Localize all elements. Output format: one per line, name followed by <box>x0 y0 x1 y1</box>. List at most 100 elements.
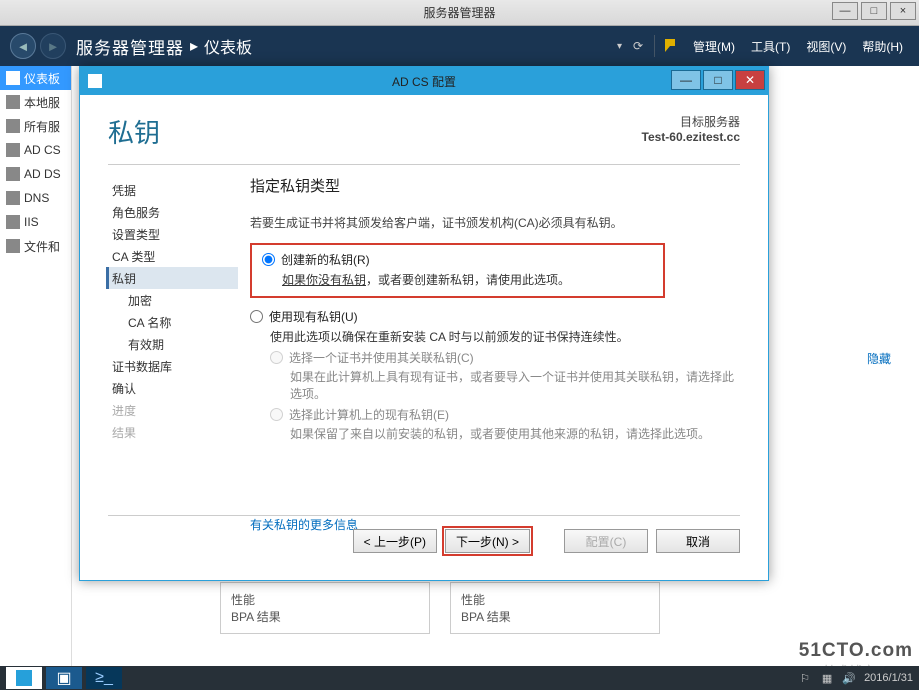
subradio-select-existing-key-desc: 如果保留了来自以前安装的私钥，或者要使用其他来源的私钥，请选择此选项。 <box>250 425 742 442</box>
bg-panel-1: 性能 BPA 结果 <box>220 582 430 634</box>
radio-create-new-key-input[interactable] <box>262 253 275 266</box>
next-button[interactable]: 下一步(N) > <box>445 529 530 553</box>
content-section-title: 指定私钥类型 <box>250 175 742 196</box>
menu-help[interactable]: 帮助(H) <box>856 38 909 55</box>
app-title: 服务器管理器 <box>76 34 184 59</box>
refresh-icon[interactable]: ⟳ <box>626 34 650 58</box>
wizard-min-button[interactable]: — <box>671 70 701 90</box>
sidebar-item-adcs[interactable]: AD CS <box>0 138 71 162</box>
adcs-config-wizard: AD CS 配置 — □ ✕ 私钥 目标服务器 Test-60.ezitest.… <box>79 66 769 581</box>
tray-network-icon[interactable]: ▦ <box>820 671 834 685</box>
subradio-select-existing-key-label: 选择此计算机上的现有私钥(E) <box>289 406 449 423</box>
wizard-nav-progress: 进度 <box>106 399 238 421</box>
dashboard-icon <box>6 71 20 85</box>
sidebar-item-dns[interactable]: DNS <box>0 186 71 210</box>
panel-bpa-label: BPA 结果 <box>231 608 419 625</box>
target-server-label: 目标服务器 <box>642 113 741 130</box>
sidebar-item-local[interactable]: 本地服 <box>0 90 71 114</box>
wizard-nav-setup-type[interactable]: 设置类型 <box>106 223 238 245</box>
subradio-select-cert-label: 选择一个证书并使用其关联私钥(C) <box>289 349 474 366</box>
sidebar-item-all[interactable]: 所有服 <box>0 114 71 138</box>
panel-perf-label: 性能 <box>231 591 419 608</box>
menu-manage[interactable]: 管理(M) <box>687 38 741 55</box>
wizard-nav-credentials[interactable]: 凭据 <box>106 179 238 201</box>
watermark-top: 51CTO.com <box>799 640 913 662</box>
file-icon <box>6 239 20 253</box>
prev-button[interactable]: < 上一步(P) <box>353 529 437 553</box>
window-title: 服务器管理器 <box>423 4 495 21</box>
wizard-header: 私钥 目标服务器 Test-60.ezitest.cc <box>80 95 768 158</box>
wizard-page-title: 私钥 <box>108 113 160 150</box>
sidebar-item-adds[interactable]: AD DS <box>0 162 71 186</box>
panel-perf-label: 性能 <box>461 591 649 608</box>
breadcrumb-current: 仪表板 <box>204 34 252 58</box>
radio-use-existing-key-label: 使用现有私钥(U) <box>269 308 358 325</box>
menu-view[interactable]: 视图(V) <box>800 38 852 55</box>
nav-forward-button[interactable]: ► <box>40 33 66 59</box>
servers-icon <box>6 119 20 133</box>
server-icon <box>6 95 20 109</box>
outer-window-titlebar: 服务器管理器 — □ × <box>0 0 919 26</box>
maximize-button[interactable]: □ <box>861 2 887 20</box>
breadcrumb-sep: ▸ <box>190 36 198 56</box>
wizard-nav-confirm[interactable]: 确认 <box>106 377 238 399</box>
iis-icon <box>6 215 20 229</box>
adcs-icon <box>6 143 20 157</box>
taskbar-date[interactable]: 2016/1/31 <box>864 672 913 684</box>
taskbar-powershell[interactable]: ≥_ <box>86 667 122 689</box>
server-manager-header: ◄ ► 服务器管理器 ▸ 仪表板 ▾ ⟳ 管理(M) 工具(T) 视图(V) 帮… <box>0 26 919 66</box>
adds-icon <box>6 167 20 181</box>
more-info-link[interactable]: 有关私钥的更多信息 <box>250 516 358 533</box>
configure-button: 配置(C) <box>564 529 648 553</box>
subradio-select-existing-key: 选择此计算机上的现有私钥(E) <box>270 406 742 423</box>
sidebar-item-file[interactable]: 文件和 <box>0 234 71 258</box>
radio-use-existing-key-desc: 使用此选项以确保在重新安装 CA 时与以前颁发的证书保持连续性。 <box>250 328 742 345</box>
content-info-text: 若要生成证书并将其颁发给客户端，证书颁发机构(CA)必须具有私钥。 <box>250 214 742 231</box>
wizard-nav-validity[interactable]: 有效期 <box>106 333 238 355</box>
subradio-select-cert-input <box>270 351 283 364</box>
wizard-nav-ca-name[interactable]: CA 名称 <box>106 311 238 333</box>
wizard-nav-cryptography[interactable]: 加密 <box>106 289 238 311</box>
taskbar: ▣ ≥_ ⚐ ▦ 🔊 2016/1/31 <box>0 666 919 690</box>
sidebar-item-dashboard[interactable]: 仪表板 <box>0 66 71 90</box>
tray-flag-icon[interactable]: ⚐ <box>798 671 812 685</box>
panel-bpa-label: BPA 结果 <box>461 608 649 625</box>
close-button[interactable]: × <box>890 2 916 20</box>
wizard-nav-ca-type[interactable]: CA 类型 <box>106 245 238 267</box>
minimize-button[interactable]: — <box>832 2 858 20</box>
taskbar-server-manager[interactable]: ▣ <box>46 667 82 689</box>
wizard-icon <box>88 74 102 88</box>
sidebar-item-iis[interactable]: IIS <box>0 210 71 234</box>
subradio-select-cert-desc: 如果在此计算机上具有现有证书，或者要导入一个证书并使用其关联私钥，请选择此选项。 <box>250 368 742 402</box>
target-server-value: Test-60.ezitest.cc <box>642 130 741 144</box>
wizard-nav-private-key[interactable]: 私钥 <box>106 267 238 289</box>
wizard-nav-role-services[interactable]: 角色服务 <box>106 201 238 223</box>
radio-create-new-key-desc: 如果你没有私钥，或者要创建新私钥，请使用此选项。 <box>262 271 653 288</box>
menu-tools[interactable]: 工具(T) <box>745 38 796 55</box>
tray-sound-icon[interactable]: 🔊 <box>842 671 856 685</box>
radio-create-new-key-label: 创建新的私钥(R) <box>281 251 370 268</box>
bg-panel-2: 性能 BPA 结果 <box>450 582 660 634</box>
radio-use-existing-key-input[interactable] <box>250 310 263 323</box>
wizard-content: 指定私钥类型 若要生成证书并将其颁发给客户端，证书颁发机构(CA)必须具有私钥。… <box>238 165 768 515</box>
radio-create-new-key[interactable]: 创建新的私钥(R) <box>262 251 653 268</box>
wizard-nav-results: 结果 <box>106 421 238 443</box>
notifications-flag-icon[interactable] <box>659 34 683 58</box>
wizard-title: AD CS 配置 <box>392 73 456 90</box>
hide-link[interactable]: 隐藏 <box>867 350 891 367</box>
wizard-nav-cert-db[interactable]: 证书数据库 <box>106 355 238 377</box>
option-create-new-key-group: 创建新的私钥(R) 如果你没有私钥，或者要创建新私钥，请使用此选项。 <box>250 243 665 298</box>
wizard-titlebar[interactable]: AD CS 配置 — □ ✕ <box>80 67 768 95</box>
subradio-select-existing-key-input <box>270 408 283 421</box>
wizard-nav: 凭据 角色服务 设置类型 CA 类型 私钥 加密 CA 名称 有效期 证书数据库… <box>80 165 238 515</box>
radio-use-existing-key[interactable]: 使用现有私钥(U) <box>250 308 742 325</box>
wizard-close-button[interactable]: ✕ <box>735 70 765 90</box>
windows-logo-icon <box>16 670 32 686</box>
wizard-max-button[interactable]: □ <box>703 70 733 90</box>
subradio-select-cert: 选择一个证书并使用其关联私钥(C) <box>270 349 742 366</box>
cancel-button[interactable]: 取消 <box>656 529 740 553</box>
sm-sidebar: 仪表板 本地服 所有服 AD CS AD DS DNS IIS 文件和 <box>0 66 72 666</box>
start-button[interactable] <box>6 667 42 689</box>
nav-back-button[interactable]: ◄ <box>10 33 36 59</box>
dns-icon <box>6 191 20 205</box>
